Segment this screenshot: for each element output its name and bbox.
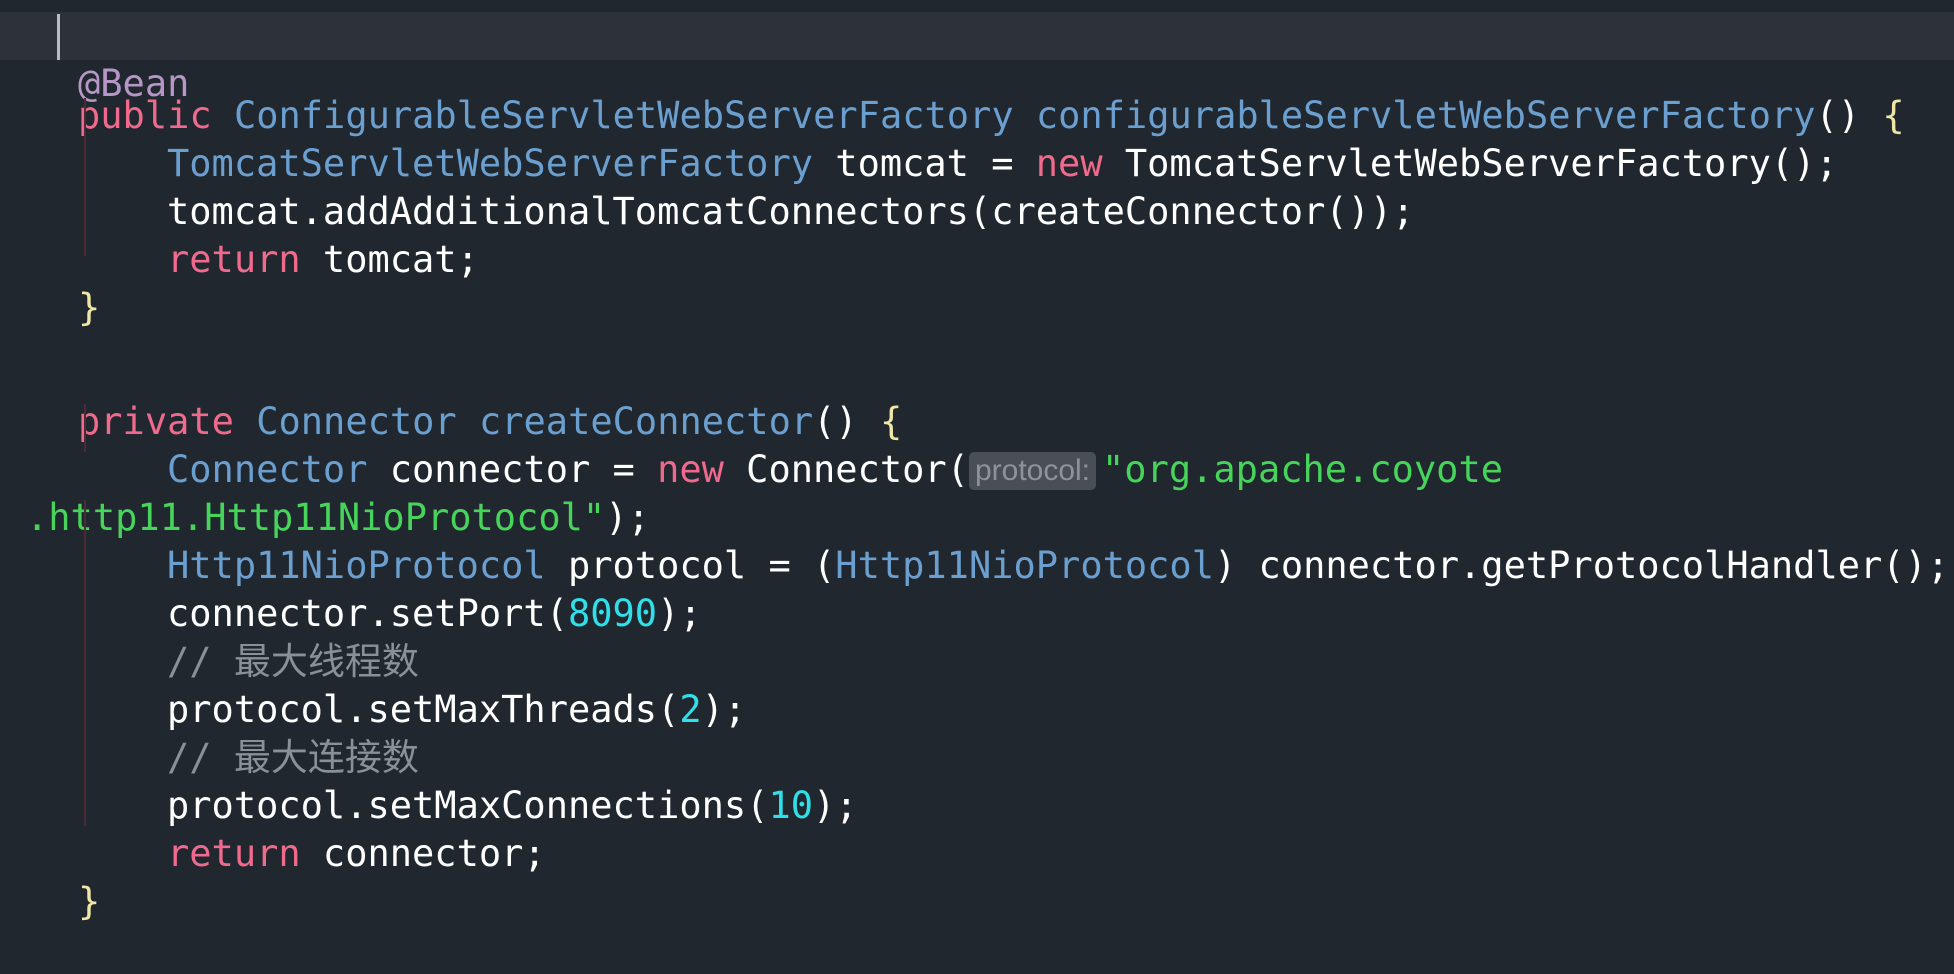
code-line-14[interactable]: protocol.setMaxThreads(2); [0, 638, 1954, 731]
code-line-6[interactable]: } [0, 236, 1954, 329]
code-line-2[interactable]: public ConfigurableServletWebServerFacto… [0, 44, 1954, 137]
code-line-17[interactable]: return connector; [0, 782, 1954, 875]
code-line-4[interactable]: tomcat.addAdditionalTomcatConnectors(cre… [0, 140, 1954, 233]
close-brace: } [78, 286, 101, 329]
code-editor[interactable]: @Bean public ConfigurableServletWebServe… [0, 0, 1954, 923]
code-line-16[interactable]: protocol.setMaxConnections(10); [0, 734, 1954, 827]
code-line-15[interactable]: // 最大连接数 [0, 686, 1954, 779]
close-brace: } [78, 880, 101, 923]
code-line-10[interactable]: .http11.Http11NioProtocol"); [0, 446, 1954, 539]
indent-guide [84, 98, 86, 256]
code-line-12[interactable]: connector.setPort(8090); [0, 542, 1954, 635]
code-line-13[interactable]: // 最大线程数 [0, 590, 1954, 683]
code-line-11[interactable]: Http11NioProtocol protocol = (Http11NioP… [0, 494, 1954, 587]
indent-guide [84, 404, 86, 452]
code-line-9[interactable]: Connector connector = new Connector(prot… [0, 398, 1954, 491]
code-line-5[interactable]: return tomcat; [0, 188, 1954, 281]
code-line-3[interactable]: TomcatServletWebServerFactory tomcat = n… [0, 92, 1954, 185]
indent-guide [84, 500, 86, 826]
code-line-8[interactable]: private Connector createConnector() { [0, 350, 1954, 443]
code-line-18[interactable]: } [0, 830, 1954, 923]
